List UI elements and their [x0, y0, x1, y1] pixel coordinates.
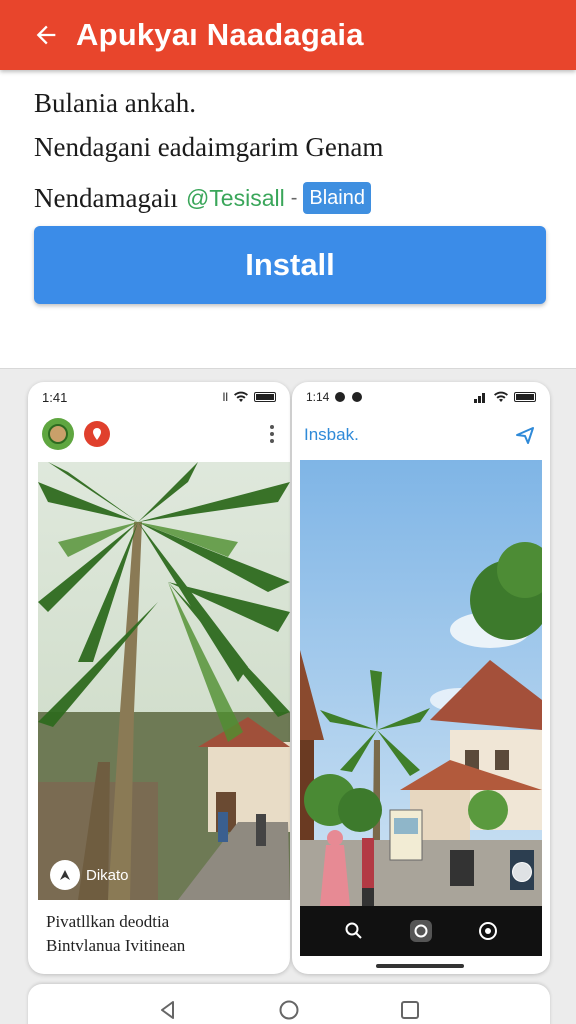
photo-location-chip[interactable]: Dikato	[50, 860, 129, 890]
app-details-screen: Apukyaı Naadagaia Bulania ankah. Nendaga…	[0, 0, 576, 1024]
wifi-icon	[494, 391, 508, 402]
description-line-1: Bulania ankah.	[34, 88, 196, 118]
caption-line-1: Pivatllkan deodtia	[46, 912, 170, 931]
back-triangle-icon[interactable]	[151, 993, 185, 1024]
palm-tree-photo[interactable]: Dikato	[38, 462, 290, 900]
status-icons	[474, 391, 536, 403]
screenshot-card-left[interactable]: 1:41 ll Dikato Pivatllkan deodtia Bintvl…	[28, 382, 290, 974]
app-description: Bulania ankah. Nendagani eadaimgarim Gen…	[34, 88, 554, 220]
caption-line-2: Bintvlanua Ivitinean	[46, 936, 186, 955]
street-photo[interactable]	[300, 460, 542, 906]
camera-toolbar	[300, 906, 542, 956]
battery-icon	[254, 392, 276, 402]
location-icon	[335, 392, 346, 402]
settings-icon[interactable]	[473, 916, 503, 946]
signal-icon	[474, 393, 485, 403]
post-header	[42, 416, 278, 452]
home-indicator	[376, 964, 464, 968]
description-line-3-text: Nendamagaiı	[34, 183, 178, 213]
share-icon[interactable]	[512, 422, 538, 448]
description-line-3: Nendamagaiı @Tesisall - Blaind	[34, 176, 554, 220]
recents-square-icon[interactable]	[393, 993, 427, 1024]
status-icons: ll	[223, 390, 276, 404]
viewer-title: Insbak.	[304, 425, 359, 444]
camera-icon[interactable]	[406, 916, 436, 946]
screenshot-card-right[interactable]: 1:14 Insbak.	[292, 382, 550, 974]
signal-text: ll	[222, 390, 228, 404]
notification-icon	[352, 392, 363, 402]
overlay-label: Dikato	[86, 866, 129, 884]
home-circle-icon[interactable]	[272, 993, 306, 1024]
post-caption: Pivatllkan deodtia Bintvlanua Ivitinean	[46, 910, 286, 958]
wifi-icon	[234, 391, 248, 402]
status-time: 1:14	[306, 390, 330, 404]
search-icon[interactable]	[339, 916, 369, 946]
app-bar: Apukyaı Naadagaia	[0, 0, 576, 70]
app-title: Apukyaı Naadagaia	[76, 17, 364, 52]
viewer-header: Insbak.	[304, 420, 538, 450]
pin-icon[interactable]	[84, 421, 110, 447]
status-bar: 1:14	[292, 382, 550, 412]
back-button[interactable]	[26, 15, 66, 55]
battery-icon	[514, 392, 536, 402]
category-badge[interactable]: Blaind	[303, 182, 371, 214]
photo-control-1[interactable]	[512, 862, 532, 882]
description-line-2: Nendagani eadaimgarim Genam	[34, 132, 384, 162]
arrow-left-icon	[36, 25, 56, 45]
system-nav-bar	[28, 984, 550, 1024]
compass-icon	[50, 860, 80, 890]
avatar-icon[interactable]	[42, 418, 74, 450]
status-left: 1:14	[306, 390, 363, 404]
install-button[interactable]: Install	[34, 226, 546, 304]
developer-tag[interactable]: @Tesisall	[186, 183, 285, 213]
status-time: 1:41	[42, 389, 68, 405]
status-bar: 1:41 ll	[28, 382, 290, 412]
tag-separator: -	[290, 187, 298, 209]
more-vert-icon[interactable]	[266, 425, 278, 443]
